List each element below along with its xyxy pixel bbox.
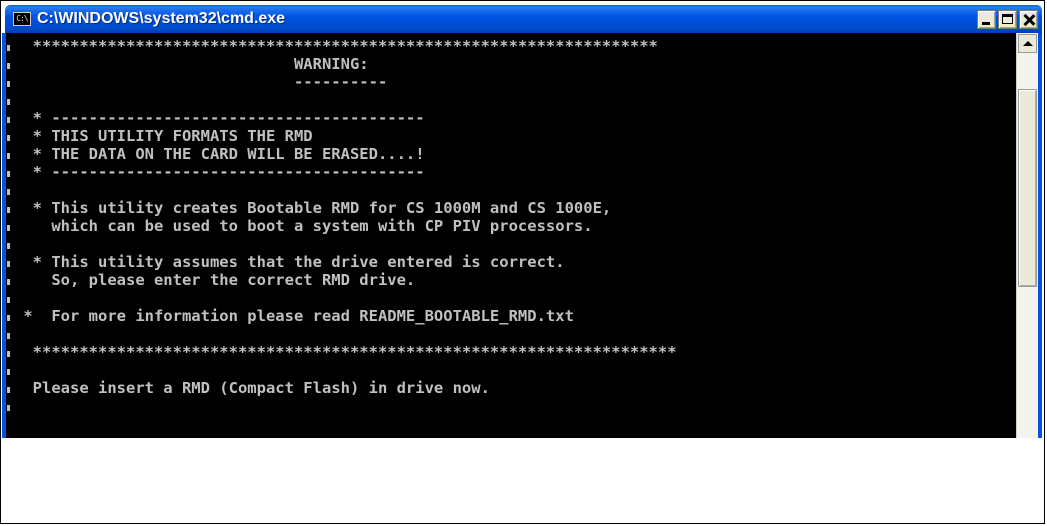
title-bar[interactable]: C:\ C:\WINDOWS\system32\cmd.exe: [5, 5, 1042, 33]
line-marker: [7, 225, 10, 231]
console-line: Please insert a RMD (Compact Flash) in d…: [14, 379, 490, 397]
line-marker: [7, 333, 10, 339]
line-marker: [7, 279, 10, 285]
line-marker: [7, 387, 10, 393]
line-marker: [7, 45, 10, 51]
console-line: * --------------------------------------…: [14, 163, 425, 181]
console-line: * --------------------------------------…: [14, 109, 425, 127]
console-line: So, please enter the correct RMD drive.: [14, 271, 416, 289]
line-marker: [7, 135, 10, 141]
console-text: ****************************************…: [6, 33, 1016, 415]
line-marker: [7, 99, 10, 105]
line-marker: [7, 171, 10, 177]
line-marker: [7, 405, 10, 411]
line-marker: [7, 117, 10, 123]
line-marker: [7, 189, 10, 195]
console-line: which can be used to boot a system with …: [14, 217, 593, 235]
line-marker: [7, 297, 10, 303]
minimize-button[interactable]: [977, 10, 996, 29]
line-marker: [7, 81, 10, 87]
console-line: * THE DATA ON THE CARD WILL BE ERASED...…: [14, 145, 425, 163]
console-line: ****************************************…: [14, 343, 677, 361]
console-line: * THIS UTILITY FORMATS THE RMD: [14, 127, 313, 145]
window-title: C:\WINDOWS\system32\cmd.exe: [37, 10, 286, 27]
console-output[interactable]: ****************************************…: [6, 33, 1016, 438]
line-marker: [7, 351, 10, 357]
console-line: ----------: [14, 73, 388, 91]
window-frame-right: [1038, 33, 1042, 438]
cmd-window: C:\ C:\WINDOWS\system32\cmd.exe ********…: [0, 0, 1045, 524]
console-line: * This utility assumes that the drive en…: [14, 253, 565, 271]
line-markers: [6, 33, 10, 438]
line-marker: [7, 207, 10, 213]
cmd-icon[interactable]: C:\: [13, 12, 31, 26]
console-line: * For more information please read READM…: [14, 307, 574, 325]
maximize-button[interactable]: [998, 10, 1017, 29]
scrollbar-thumb[interactable]: [1018, 89, 1037, 287]
console-line: WARNING:: [14, 55, 369, 73]
scroll-up-button[interactable]: [1018, 34, 1037, 53]
line-marker: [7, 153, 10, 159]
line-marker: [7, 243, 10, 249]
line-marker: [7, 315, 10, 321]
console-line: * This utility creates Bootable RMD for …: [14, 199, 612, 217]
console-line: ****************************************…: [14, 37, 658, 55]
line-marker: [7, 261, 10, 267]
line-marker: [7, 63, 10, 69]
close-button[interactable]: [1019, 10, 1038, 29]
line-marker: [7, 369, 10, 375]
vertical-scrollbar[interactable]: [1016, 33, 1038, 438]
